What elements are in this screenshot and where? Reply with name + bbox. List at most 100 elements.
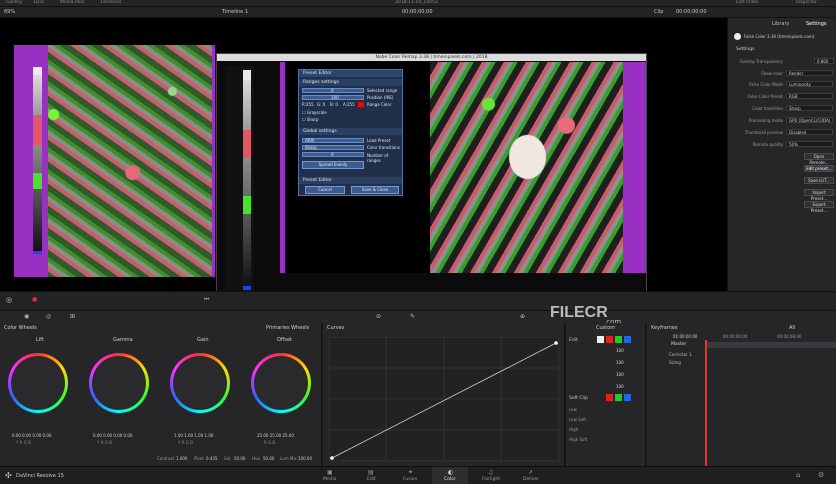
node-tool-icon[interactable]: ◉ bbox=[24, 313, 29, 320]
offset-wheel[interactable] bbox=[251, 353, 311, 413]
lift-wheel[interactable] bbox=[8, 353, 68, 413]
settings-section[interactable]: Settings bbox=[736, 47, 754, 52]
timeline-icon[interactable]: ◎ bbox=[6, 296, 12, 304]
page-deliver[interactable]: Deliver bbox=[523, 477, 539, 482]
thumbnail-preview-dropdown[interactable]: Disabled bbox=[786, 129, 833, 135]
zoom-level[interactable]: 69% bbox=[4, 9, 15, 15]
lum-mix-value[interactable]: 100.00 bbox=[298, 456, 312, 461]
custom-value-r[interactable]: 100 bbox=[616, 360, 624, 365]
deliver-page-icon[interactable]: ➚ bbox=[528, 469, 533, 476]
channel-g-button[interactable] bbox=[615, 336, 622, 343]
gain-values[interactable]: 1.00 1.00 1.00 1.00 bbox=[174, 433, 213, 438]
preset-editor-toggle[interactable]: Preset Editor bbox=[299, 177, 402, 184]
cancel-button[interactable]: Cancel bbox=[305, 186, 345, 194]
ranges-settings-header[interactable]: Ranges settings bbox=[299, 79, 402, 86]
tab-inspector[interactable]: Inspector bbox=[796, 0, 817, 5]
tab-settings[interactable]: Settings bbox=[806, 21, 827, 27]
hue-value[interactable]: 50.00 bbox=[263, 456, 274, 461]
qualifier-icon[interactable]: ✎ bbox=[410, 313, 415, 320]
rgb-g[interactable]: G: 0 bbox=[317, 102, 325, 107]
record-icon[interactable]: ● bbox=[32, 296, 37, 303]
custom-value-y[interactable]: 100 bbox=[616, 348, 624, 353]
range-color-swatch[interactable] bbox=[358, 102, 364, 107]
processing-mode-dropdown[interactable]: GPU (OpenCL/CUDA) bbox=[786, 117, 833, 123]
save-close-button[interactable]: Save & Close bbox=[351, 186, 399, 194]
softclip-r-button[interactable] bbox=[606, 394, 613, 401]
offset-values[interactable]: 25.00 25.00 25.00 bbox=[257, 433, 294, 438]
skip-back-icon[interactable]: ⏮ bbox=[204, 296, 209, 304]
open-remote-button[interactable]: Open Remote... bbox=[804, 153, 834, 165]
key-icon[interactable]: ⊕ bbox=[520, 313, 525, 320]
softclip-g-button[interactable] bbox=[615, 394, 622, 401]
timeline-name[interactable]: Timeline 1 bbox=[222, 9, 248, 15]
keyframes-filter[interactable]: All bbox=[789, 325, 795, 331]
pivot-value[interactable]: 0.435 bbox=[206, 456, 217, 461]
tab-luts[interactable]: LUTs bbox=[34, 0, 44, 5]
spread-evenly-button[interactable]: Spread Evenly bbox=[302, 161, 364, 169]
sharp-checkbox[interactable]: ☐ Sharp bbox=[302, 117, 319, 122]
export-preset-button[interactable]: Export Preset... bbox=[804, 201, 834, 213]
custom-value-b[interactable]: 100 bbox=[616, 384, 624, 389]
custom-value-g[interactable]: 100 bbox=[616, 372, 624, 377]
settings-gear-icon[interactable]: ⚙ bbox=[818, 471, 824, 479]
page-edit[interactable]: Edit bbox=[367, 477, 376, 482]
tab-library[interactable]: Library bbox=[772, 21, 789, 27]
show-color-dropdown[interactable]: Render bbox=[786, 70, 833, 76]
false-color-mode-dropdown[interactable]: Luminosity bbox=[786, 81, 833, 87]
lift-values[interactable]: 0.00 0.00 0.00 0.00 bbox=[12, 433, 51, 438]
grid-icon[interactable]: ⊞ bbox=[70, 313, 75, 320]
channel-r-button[interactable] bbox=[606, 336, 613, 343]
page-fusion[interactable]: Fusion bbox=[403, 477, 417, 482]
tab-gallery[interactable]: Gallery bbox=[6, 0, 22, 5]
track-sizing[interactable]: Sizing bbox=[669, 360, 681, 365]
sat-value[interactable]: 50.00 bbox=[234, 456, 245, 461]
tab-edit-index[interactable]: Edit Index bbox=[736, 0, 759, 5]
selected-range-field[interactable]: 0 bbox=[302, 88, 364, 93]
preset-editor-panel[interactable]: Preset Editor Ranges settings 0 Selected… bbox=[298, 69, 403, 196]
false-color-preset-dropdown[interactable]: RGB bbox=[786, 93, 833, 99]
grayscale-checkbox[interactable]: ☐ Grayscale bbox=[302, 110, 327, 115]
curves-graph[interactable] bbox=[329, 337, 559, 461]
page-media[interactable]: Media bbox=[323, 477, 337, 482]
false-color-preset-label: False Color Preset bbox=[747, 94, 784, 99]
tab-media-pool[interactable]: Media Pool bbox=[60, 0, 84, 5]
master-track[interactable] bbox=[705, 342, 836, 348]
gain-wheel[interactable] bbox=[170, 353, 230, 413]
channel-b-button[interactable] bbox=[624, 336, 631, 343]
false-color-window[interactable]: Nobe Color Remap 3.38 | timeinpixels.com… bbox=[216, 53, 647, 309]
remote-quality-dropdown[interactable]: 50% bbox=[786, 141, 833, 147]
color-transitions-dropdown[interactable]: Sharp bbox=[302, 145, 364, 150]
color-page-icon[interactable]: ◐ bbox=[448, 469, 453, 476]
overlay-transparency-field[interactable]: 0.800 bbox=[814, 58, 834, 64]
edit-preset-button[interactable]: Edit preset... bbox=[804, 165, 834, 172]
fairlight-page-icon[interactable]: ♫ bbox=[488, 469, 493, 476]
media-page-icon[interactable]: ▣ bbox=[327, 469, 333, 476]
number-of-ranges-field[interactable]: 9 bbox=[302, 152, 364, 157]
softclip-b-button[interactable] bbox=[624, 394, 631, 401]
color-transition-dropdown[interactable]: Sharp bbox=[786, 105, 833, 111]
global-settings-header[interactable]: Global settings bbox=[299, 128, 402, 135]
wheels-mode[interactable]: Primaries Wheels bbox=[266, 325, 309, 331]
edit-page-icon[interactable]: ▤ bbox=[368, 469, 374, 476]
load-preset-dropdown[interactable]: ARRI bbox=[302, 138, 364, 143]
tab-timelines[interactable]: Timelines bbox=[100, 0, 121, 5]
rgb-b[interactable]: B: 0 bbox=[330, 102, 338, 107]
channel-y-button[interactable] bbox=[597, 336, 604, 343]
page-fairlight[interactable]: Fairlight bbox=[482, 477, 500, 482]
playhead[interactable] bbox=[705, 340, 707, 466]
target-icon[interactable]: ◎ bbox=[46, 313, 51, 320]
rgb-r[interactable]: R:255 bbox=[302, 102, 314, 107]
false-color-window-title[interactable]: Nobe Color Remap 3.38 | timeinpixels.com… bbox=[217, 54, 646, 61]
import-preset-button[interactable]: Import Preset... bbox=[804, 189, 834, 201]
page-color[interactable]: Color bbox=[444, 477, 456, 482]
rgb-a[interactable]: A:255 bbox=[343, 102, 355, 107]
save-lut-button[interactable]: Save LUT... bbox=[804, 177, 834, 184]
fusion-page-icon[interactable]: ✦ bbox=[408, 469, 413, 476]
position-field[interactable]: 100 bbox=[302, 95, 364, 100]
home-icon[interactable]: ⌂ bbox=[796, 471, 800, 479]
gamma-values[interactable]: 0.00 0.00 0.00 0.00 bbox=[93, 433, 132, 438]
contrast-value[interactable]: 1.000 bbox=[176, 456, 187, 461]
gamma-wheel[interactable] bbox=[89, 353, 149, 413]
track-corrector-1[interactable]: Corrector 1 bbox=[669, 352, 692, 357]
picker-icon[interactable]: ⊘ bbox=[376, 313, 381, 320]
